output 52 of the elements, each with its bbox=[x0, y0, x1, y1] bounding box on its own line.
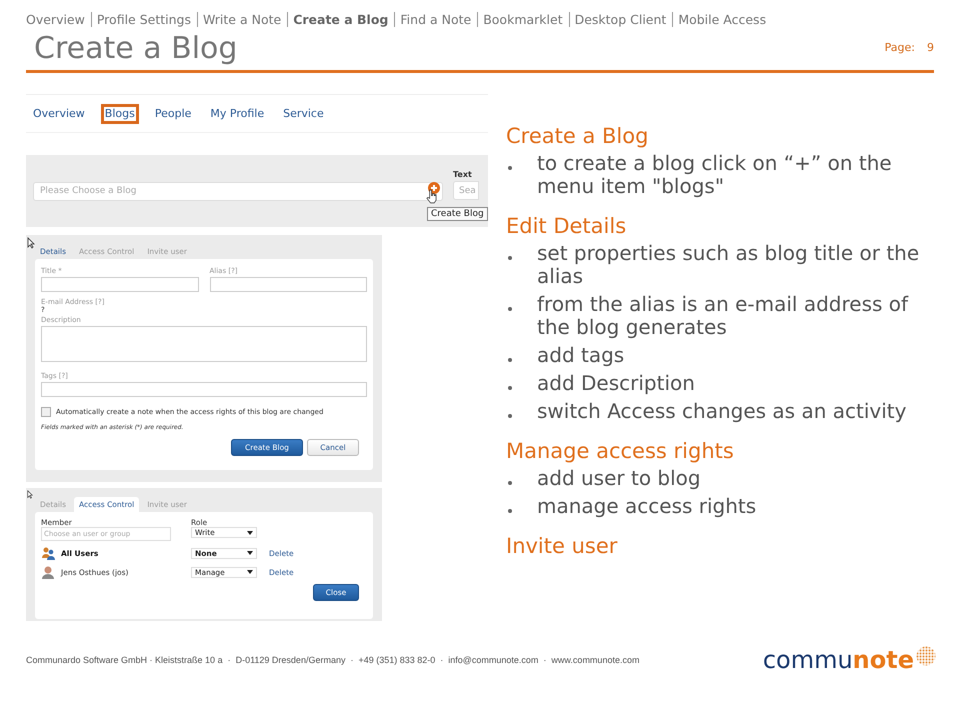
bullet-text: to create a blog click on “+” on the menu item "blogs" bbox=[537, 152, 893, 198]
bullet-icon bbox=[508, 358, 512, 362]
bullet-icon bbox=[508, 166, 512, 170]
page-label: Page: bbox=[884, 41, 915, 54]
bullet-icon bbox=[508, 386, 512, 390]
app-tab[interactable]: My Profile bbox=[210, 107, 264, 121]
caret-icon bbox=[247, 551, 253, 555]
slide-title: Create a Blog bbox=[34, 31, 238, 66]
input-field[interactable] bbox=[210, 277, 367, 292]
pointer-cursor-icon bbox=[27, 237, 35, 249]
logo-ball-icon bbox=[916, 646, 936, 666]
nav-link[interactable]: Mobile Access bbox=[672, 12, 766, 27]
tooltip: Create Blog bbox=[427, 207, 488, 221]
caret-icon bbox=[247, 570, 253, 574]
footer-text: Communardo Software GmbH · Kleiststraße 10 a · D-01129 Dresden/Germany · +49 (351) 833 82-0 · info@communote.com · www.communote.com bbox=[26, 655, 640, 665]
input-field[interactable] bbox=[41, 277, 198, 292]
logo: communote bbox=[762, 646, 914, 674]
page-number: 9 bbox=[927, 41, 934, 54]
bullet-icon bbox=[508, 414, 512, 418]
hand-cursor-icon bbox=[426, 189, 437, 204]
bullet-icon bbox=[508, 307, 512, 311]
nav-link[interactable]: Create a Blog bbox=[287, 12, 388, 27]
bullet-text: add Description bbox=[537, 372, 695, 395]
nav-link[interactable]: Overview bbox=[26, 12, 85, 27]
nav-link[interactable]: Find a Note bbox=[394, 12, 472, 27]
avatar-icon bbox=[41, 565, 55, 579]
text-area[interactable] bbox=[41, 326, 367, 362]
nav-link[interactable]: Bookmarklet bbox=[477, 12, 563, 27]
app-tab[interactable]: Blogs bbox=[104, 107, 136, 121]
field-label: Text bbox=[453, 170, 473, 179]
bullet-text: manage access rights bbox=[537, 495, 756, 518]
user-group-icon bbox=[41, 546, 55, 560]
input-field[interactable] bbox=[41, 382, 367, 397]
pointer-cursor-icon bbox=[27, 490, 33, 499]
bullet-text: switch Access changes as an activity bbox=[537, 400, 906, 423]
section-heading: Invite user bbox=[506, 534, 618, 558]
bullet-text: add tags bbox=[537, 344, 624, 367]
section-heading: Edit Details bbox=[506, 214, 628, 238]
bullet-text: add user to blog bbox=[537, 467, 701, 490]
bullet-icon bbox=[508, 481, 512, 485]
section-heading: Create a Blog bbox=[506, 124, 650, 148]
app-tab[interactable]: Overview bbox=[33, 107, 85, 121]
section-heading: Manage access rights bbox=[506, 439, 735, 463]
bullet-icon bbox=[508, 256, 512, 260]
app-tab[interactable]: People bbox=[154, 107, 192, 121]
app-tab[interactable]: Service bbox=[283, 107, 324, 121]
nav-link[interactable]: Profile Settings bbox=[90, 12, 191, 27]
bullet-icon bbox=[508, 509, 512, 513]
caret-icon bbox=[247, 530, 253, 534]
checkbox[interactable] bbox=[41, 407, 51, 417]
nav-link[interactable]: Write a Note bbox=[196, 12, 282, 27]
nav-link[interactable]: Desktop Client bbox=[568, 12, 666, 27]
